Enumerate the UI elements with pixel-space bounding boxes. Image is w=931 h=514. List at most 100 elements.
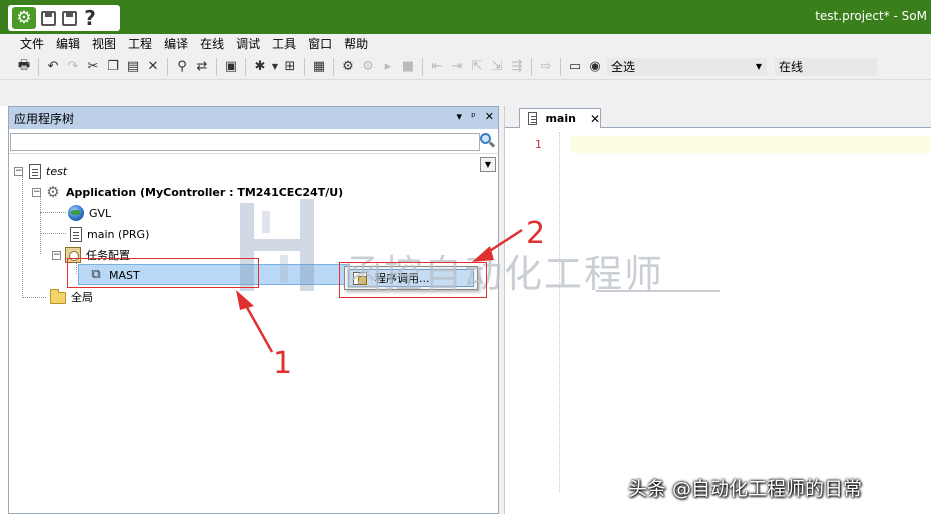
current-line-highlight[interactable] bbox=[571, 136, 931, 153]
go-icon[interactable]: ⇨ bbox=[536, 57, 556, 77]
toolbar-separator bbox=[38, 57, 39, 76]
menu-debug[interactable]: 调试 bbox=[230, 34, 266, 54]
tree-node-label: 全局 bbox=[71, 291, 93, 304]
tree-connector bbox=[22, 297, 46, 298]
panel-header: 应用程序树 ▾ ᵖ ✕ bbox=[9, 107, 498, 129]
replace-icon[interactable]: ⇄ bbox=[192, 57, 212, 77]
menu-bar: 文件 编辑 视图 工程 编译 在线 调试 工具 窗口 帮助 bbox=[0, 34, 931, 54]
toolbar: 🖶 ↶ ↷ ✂ ❐ ▤ ✕ ⚲ ⇄ ▣ ✱ ▼ ⊞ ▦ ⚙ ⚙ ▸ ■ ⇤ ⇥ … bbox=[0, 54, 931, 80]
run-icon[interactable]: ▸ bbox=[378, 57, 398, 77]
editor-gutter bbox=[559, 132, 560, 492]
tree-connector bbox=[40, 212, 66, 213]
paste-icon[interactable]: ▤ bbox=[123, 57, 143, 77]
tree-node-main[interactable]: main (PRG) bbox=[68, 225, 149, 243]
toolbar-secondary bbox=[0, 80, 931, 106]
search-row bbox=[9, 129, 498, 153]
close-icon[interactable]: ✕ bbox=[485, 110, 494, 123]
tree-connector bbox=[40, 196, 41, 254]
redo-icon[interactable]: ↷ bbox=[63, 57, 83, 77]
search-icon[interactable] bbox=[478, 132, 496, 150]
toolbar-separator bbox=[304, 57, 305, 76]
new-item-icon[interactable]: ✱ bbox=[250, 57, 270, 77]
pin-icon[interactable]: ᵖ bbox=[471, 110, 476, 123]
chevron-down-icon[interactable]: ▼ bbox=[480, 157, 496, 172]
menu-build[interactable]: 编译 bbox=[158, 34, 194, 54]
find-icon[interactable]: ⚲ bbox=[172, 57, 192, 77]
menu-file[interactable]: 文件 bbox=[14, 34, 50, 54]
toolbar-separator bbox=[167, 57, 168, 76]
editor-pane: main ✕ 1 bbox=[504, 106, 931, 514]
toolbar-separator bbox=[216, 57, 217, 76]
line-number: 1 bbox=[535, 138, 542, 151]
menu-window[interactable]: 窗口 bbox=[302, 34, 338, 54]
login-icon[interactable]: ⚙ bbox=[338, 57, 358, 77]
tree-node-label: GVL bbox=[89, 206, 112, 220]
menu-edit[interactable]: 编辑 bbox=[50, 34, 86, 54]
build-icon[interactable]: ▦ bbox=[309, 57, 329, 77]
breakpoint-icon[interactable]: ⇲ bbox=[487, 57, 507, 77]
quick-access-toolbar: ⚙ ? bbox=[8, 5, 120, 31]
tab-label: main bbox=[545, 112, 576, 125]
step-into-icon[interactable]: ⇥ bbox=[447, 57, 467, 77]
save-icon[interactable] bbox=[39, 9, 57, 27]
menu-tools[interactable]: 工具 bbox=[266, 34, 302, 54]
annotation-number-1: 1 bbox=[273, 346, 293, 381]
collapse-toggle[interactable]: − bbox=[52, 250, 61, 260]
copy-icon[interactable]: ❐ bbox=[103, 57, 123, 77]
title-bar: ⚙ ? test.project* - SoM bbox=[0, 0, 931, 34]
select-all-icon[interactable]: ▣ bbox=[221, 57, 241, 77]
window-title: test.project* - SoM bbox=[815, 9, 927, 23]
delete-icon[interactable]: ✕ bbox=[143, 57, 163, 77]
select-combo[interactable]: 全选 ▼ bbox=[607, 57, 767, 76]
save-all-icon[interactable] bbox=[60, 9, 78, 27]
close-icon[interactable]: ✕ bbox=[590, 112, 600, 126]
folder-icon bbox=[50, 289, 66, 304]
menu-project[interactable]: 工程 bbox=[122, 34, 158, 54]
print-icon[interactable]: 🖶 bbox=[14, 57, 34, 77]
toolbar-separator bbox=[422, 57, 423, 76]
search-input[interactable] bbox=[10, 133, 480, 151]
toolbar-separator bbox=[333, 57, 334, 76]
globe-icon bbox=[68, 205, 84, 221]
collapse-toggle[interactable]: − bbox=[32, 187, 41, 197]
tab-main[interactable]: main ✕ bbox=[519, 108, 601, 128]
annotation-box-2 bbox=[339, 262, 487, 298]
chevron-down-icon[interactable]: ▼ bbox=[270, 57, 280, 77]
panel-title: 应用程序树 bbox=[14, 111, 75, 126]
tree-node-gvl[interactable]: GVL bbox=[68, 204, 111, 222]
logout-icon[interactable]: ⚙ bbox=[358, 57, 378, 77]
mode-combo-value: 在线 bbox=[779, 60, 804, 74]
project-icon bbox=[29, 163, 41, 179]
menu-view[interactable]: 视图 bbox=[86, 34, 122, 54]
toolbar-separator bbox=[560, 57, 561, 76]
menu-help[interactable]: 帮助 bbox=[338, 34, 374, 54]
add-object-icon[interactable]: ⊞ bbox=[280, 57, 300, 77]
chevron-down-icon[interactable]: ▼ bbox=[752, 59, 766, 75]
undo-icon[interactable]: ↶ bbox=[43, 57, 63, 77]
step-out-icon[interactable]: ⇱ bbox=[467, 57, 487, 77]
mode-combo[interactable]: 在线 bbox=[775, 57, 877, 76]
help-icon[interactable]: ? bbox=[81, 6, 99, 30]
watermark-rule bbox=[596, 290, 720, 292]
set-next-icon[interactable]: ⇶ bbox=[507, 57, 527, 77]
cut-icon[interactable]: ✂ bbox=[83, 57, 103, 77]
menu-online[interactable]: 在线 bbox=[194, 34, 230, 54]
tree-connector bbox=[40, 233, 66, 234]
annotation-box-1 bbox=[67, 258, 259, 288]
tree-node-global[interactable]: 全局 bbox=[50, 288, 93, 306]
gear-logo-icon[interactable]: ⚙ bbox=[12, 7, 36, 29]
toolbar-separator bbox=[245, 57, 246, 76]
credit-text: 头条 @自动化工程师的日常 bbox=[628, 478, 863, 500]
stop-icon[interactable]: ■ bbox=[398, 57, 418, 77]
tree-node-project[interactable]: − test bbox=[14, 162, 67, 180]
toolbar-separator bbox=[531, 57, 532, 76]
collapse-toggle[interactable]: − bbox=[14, 166, 23, 176]
monitor-icon[interactable]: ▭ bbox=[565, 57, 585, 77]
document-icon bbox=[528, 112, 538, 125]
tree-node-label: test bbox=[46, 164, 68, 178]
annotation-number-2: 2 bbox=[526, 216, 546, 251]
panel-menu-icon[interactable]: ▾ bbox=[457, 110, 463, 123]
program-icon bbox=[70, 226, 82, 242]
online-status-icon[interactable]: ◉ bbox=[585, 57, 605, 77]
step-over-icon[interactable]: ⇤ bbox=[427, 57, 447, 77]
